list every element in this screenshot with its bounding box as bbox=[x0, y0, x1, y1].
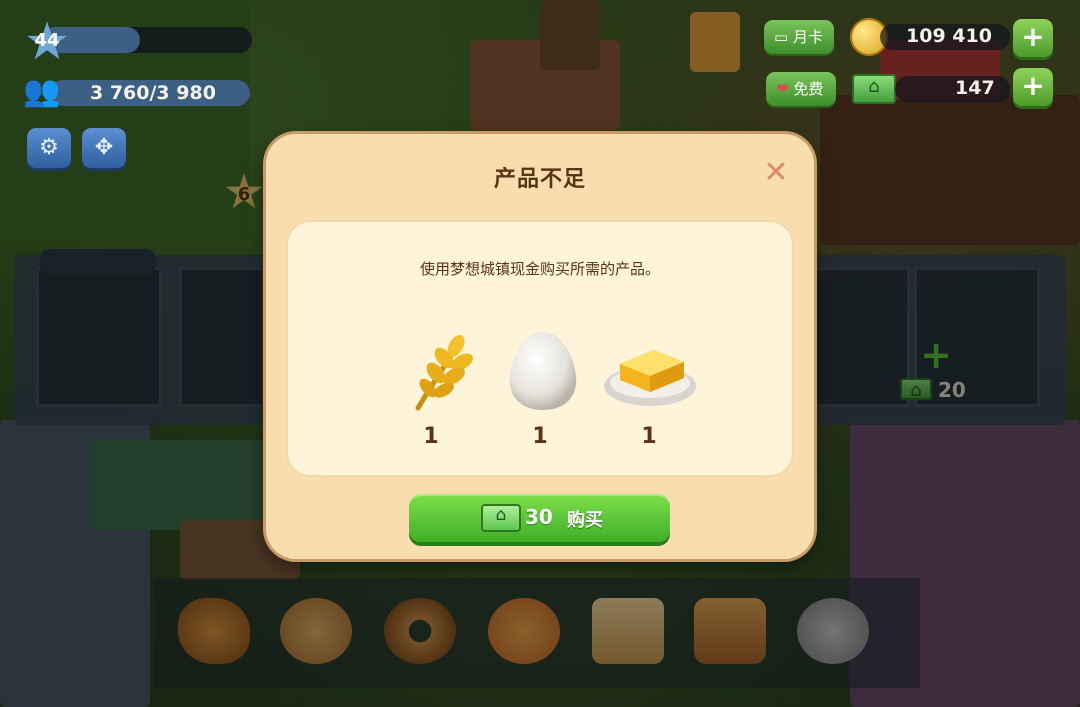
free-button[interactable]: ❤ 免费 bbox=[766, 72, 836, 106]
free-label: 免费 bbox=[793, 80, 824, 98]
butter-quantity: 1 bbox=[641, 424, 657, 449]
population-value: 3 760/3 980 bbox=[90, 82, 216, 104]
settings-button[interactable]: ⚙ bbox=[27, 128, 71, 168]
wheat-quantity: 1 bbox=[423, 424, 439, 449]
move-arrows-icon: ✥ bbox=[94, 135, 114, 160]
dialog-content-panel: 使用梦想城镇现金购买所需的产品。 1 1 1 bbox=[286, 220, 794, 477]
monthly-card-button[interactable]: ▭ 月卡 bbox=[764, 20, 834, 54]
card-icon: ▭ bbox=[774, 28, 789, 46]
egg-icon bbox=[498, 328, 588, 410]
cash-value: 147 bbox=[955, 77, 995, 99]
add-coins-button[interactable]: + bbox=[1013, 19, 1053, 57]
xp-bar bbox=[42, 27, 252, 53]
monthly-card-label: 月卡 bbox=[792, 28, 823, 46]
gear-icon: ⚙ bbox=[39, 135, 59, 160]
heart-icon: ❤ bbox=[776, 80, 789, 98]
wheat-icon bbox=[398, 328, 488, 411]
dialog-message: 使用梦想城镇现金购买所需的产品。 bbox=[419, 260, 660, 278]
buy-price: 30 bbox=[525, 505, 553, 529]
buy-button[interactable]: 30 购买 bbox=[409, 494, 670, 542]
cash-icon bbox=[852, 74, 896, 104]
dialog-title: 产品不足 bbox=[493, 167, 586, 192]
population-icon: 👥 bbox=[23, 74, 61, 109]
egg-quantity: 1 bbox=[532, 424, 548, 449]
close-button[interactable]: ✕ bbox=[761, 158, 791, 189]
close-icon: ✕ bbox=[763, 155, 789, 190]
add-cash-button[interactable]: + bbox=[1013, 68, 1053, 106]
coin-value: 109 410 bbox=[906, 25, 992, 47]
move-button[interactable]: ✥ bbox=[82, 128, 126, 168]
insufficient-products-dialog: 产品不足 ✕ 使用梦想城镇现金购买所需的产品。 1 1 1 ⌂ 30 购买 bbox=[266, 134, 814, 559]
cash-icon bbox=[481, 504, 521, 532]
buy-label: 购买 bbox=[567, 510, 603, 531]
player-level: 44 bbox=[34, 30, 60, 51]
butter-icon bbox=[602, 328, 698, 408]
